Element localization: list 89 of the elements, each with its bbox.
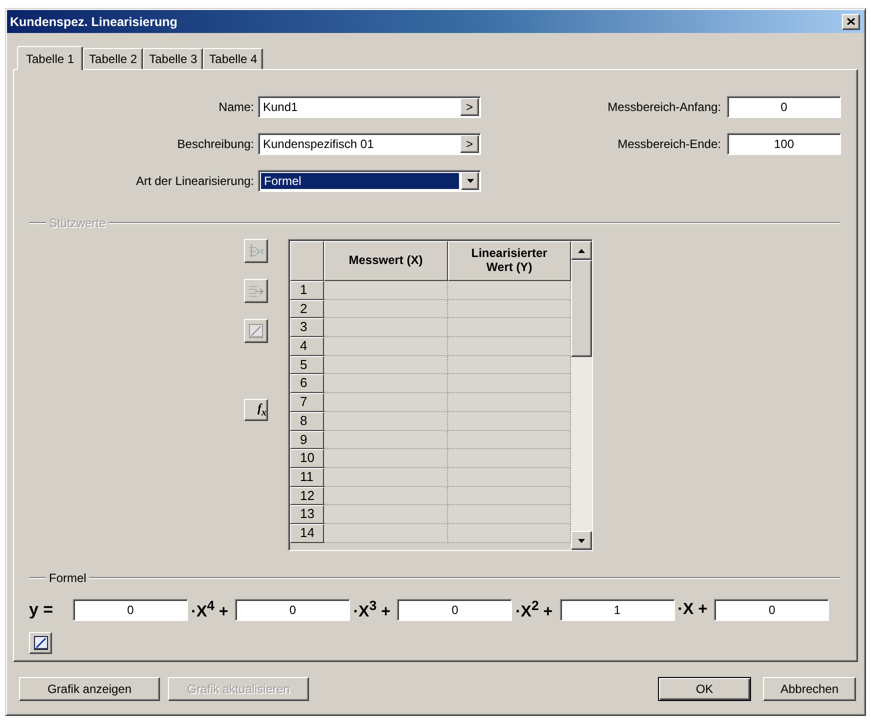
number-field[interactable]: 0 <box>727 96 841 118</box>
row-number: 11 <box>290 468 324 487</box>
table-cell[interactable] <box>324 374 448 394</box>
frame-diagonal-icon <box>248 323 264 339</box>
table-cell[interactable] <box>448 393 572 412</box>
table-cell[interactable] <box>448 412 572 430</box>
table-cell[interactable] <box>448 430 572 450</box>
power-term: ·X$^{4}$ + <box>190 598 230 622</box>
selected-value: Formel <box>261 173 459 189</box>
table-cell[interactable] <box>324 393 448 412</box>
tab[interactable]: Tabelle 2 <box>83 48 144 69</box>
formula-lead: y = <box>29 600 54 620</box>
row-number: 6 <box>290 374 324 394</box>
window-title: Kundenspez. Linearisierung <box>10 14 178 28</box>
table-cell[interactable] <box>448 374 572 394</box>
coefficient-field[interactable]: 0 <box>73 599 188 621</box>
tab[interactable]: Tabelle 1 <box>17 46 84 70</box>
table-cell[interactable] <box>324 449 448 468</box>
close-icon <box>847 18 855 25</box>
table-cell[interactable] <box>448 486 572 506</box>
row-number: 8 <box>290 412 324 430</box>
field-label: Messbereich-Anfang: <box>608 100 721 114</box>
table-cell[interactable] <box>448 281 572 300</box>
power-term: ·X$^{2}$ + <box>514 598 554 622</box>
table-cell[interactable] <box>324 281 448 300</box>
field-label: Name: <box>218 100 254 114</box>
browse-button[interactable]: > <box>460 135 479 153</box>
coefficient-field[interactable]: 0 <box>235 599 350 621</box>
row-number: 5 <box>290 356 324 374</box>
row-number: 2 <box>290 300 324 318</box>
scroll-down-button[interactable] <box>571 531 592 550</box>
row-number: 4 <box>290 337 324 356</box>
dropdown-arrow-button[interactable] <box>461 172 479 190</box>
dialog-button[interactable]: Abbrechen <box>763 677 856 701</box>
tool-button[interactable] <box>29 632 52 654</box>
row-number: 12 <box>290 486 324 506</box>
table-cell[interactable] <box>324 524 448 543</box>
table-cell[interactable] <box>448 356 572 374</box>
dialog-button[interactable]: OK <box>658 677 751 701</box>
table-cell[interactable] <box>448 337 572 356</box>
coefficient-field[interactable]: 1 <box>560 599 675 621</box>
power-term: ·X$^{3}$ + <box>352 598 392 622</box>
tab[interactable]: Tabelle 4 <box>203 48 264 69</box>
frame-diagonal-icon <box>32 635 48 651</box>
table-cell[interactable] <box>324 318 448 338</box>
table-cell[interactable] <box>324 356 448 374</box>
dialog-button[interactable]: Grafik anzeigen <box>19 677 160 701</box>
scrollbar[interactable] <box>571 241 592 550</box>
field-label: Beschreibung: <box>177 137 254 151</box>
row-number: 10 <box>290 449 324 468</box>
up-arrow-icon <box>578 248 586 252</box>
down-arrow-icon <box>578 538 586 542</box>
tab[interactable]: Tabelle 3 <box>143 48 204 69</box>
close-button[interactable] <box>842 14 860 30</box>
browse-button[interactable]: > <box>460 98 479 116</box>
table-cell[interactable] <box>324 300 448 318</box>
table-cell[interactable] <box>448 505 572 524</box>
table-cell[interactable] <box>448 524 572 543</box>
row-number: 3 <box>290 318 324 338</box>
table-cell[interactable] <box>324 430 448 450</box>
table-cell[interactable] <box>448 468 572 487</box>
scroll-up-button[interactable] <box>571 241 592 260</box>
coefficient-field[interactable]: 0 <box>714 599 830 621</box>
table-cell[interactable] <box>448 300 572 318</box>
field-label: Messbereich-Ende: <box>618 137 721 151</box>
row-number: 9 <box>290 430 324 450</box>
coefficient-field[interactable]: 0 <box>397 599 512 621</box>
table-cell[interactable] <box>324 486 448 506</box>
scroll-thumb[interactable] <box>571 260 592 357</box>
table-cell[interactable] <box>324 412 448 430</box>
text-field[interactable]: Kundenspezifisch 01 > <box>258 133 481 155</box>
group-title: Formel <box>48 571 88 585</box>
number-field[interactable]: 100 <box>727 133 841 155</box>
row-number: 1 <box>290 281 324 300</box>
lines-arrow-icon <box>248 283 264 299</box>
row-number: 14 <box>290 524 324 543</box>
text-field[interactable]: Kund1 > <box>258 96 481 118</box>
table-cell[interactable] <box>448 318 572 338</box>
table-cell[interactable] <box>448 449 572 468</box>
table-cell[interactable] <box>324 337 448 356</box>
power-term: ·X + <box>676 601 708 619</box>
table-cell[interactable] <box>324 468 448 487</box>
row-number: 13 <box>290 505 324 524</box>
dropdown-field[interactable]: Formel <box>258 170 481 192</box>
field-label: Art der Linearisierung: <box>136 174 254 188</box>
caret-icon <box>466 179 474 183</box>
table-cell[interactable] <box>324 505 448 524</box>
row-number: 7 <box>290 393 324 412</box>
lines-scissors-icon <box>248 243 264 259</box>
